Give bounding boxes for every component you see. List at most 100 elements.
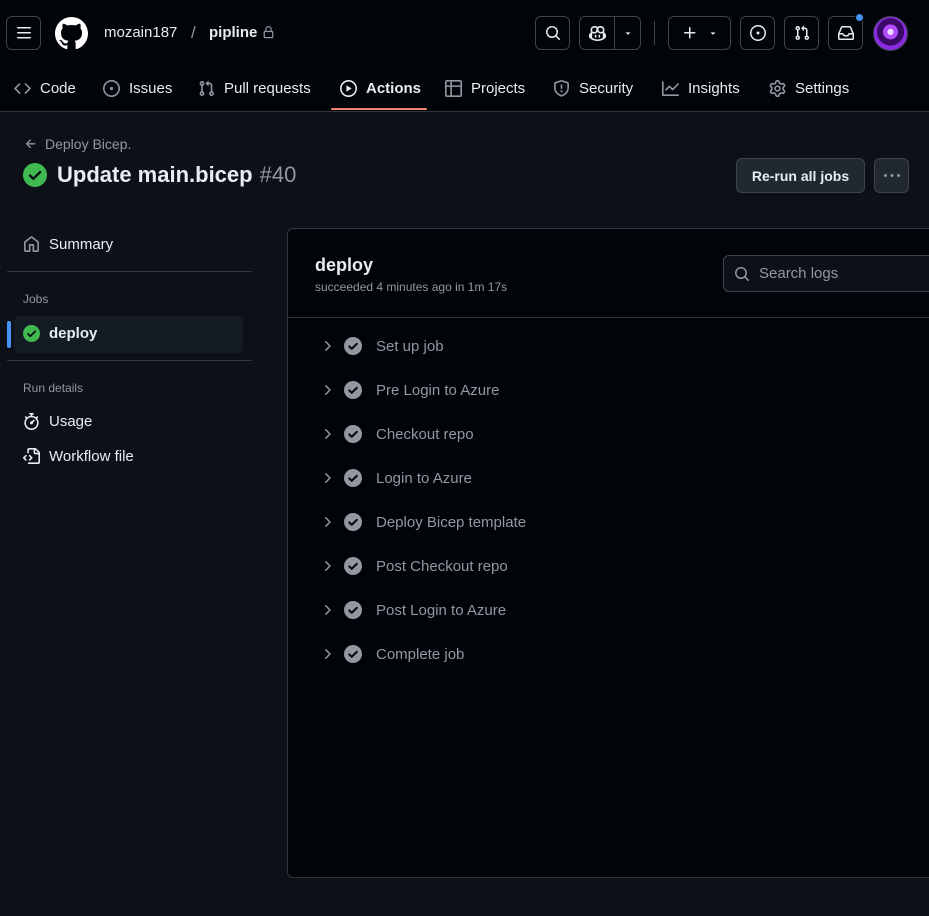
chevron-right-icon[interactable]: [319, 338, 335, 354]
check-circle-fill-icon: [344, 469, 362, 487]
job-step[interactable]: Pre Login to Azure: [288, 369, 929, 413]
tab-code[interactable]: Code: [14, 66, 76, 110]
tab-projects-label: Projects: [471, 79, 526, 97]
job-step[interactable]: Login to Azure: [288, 457, 929, 501]
sidebar-item-workflow-file-label: Workflow file: [49, 448, 134, 465]
sidebar-item-usage[interactable]: Usage: [23, 413, 92, 430]
git-pull-request-icon: [198, 80, 215, 97]
check-circle-fill-icon: [344, 337, 362, 355]
play-icon: [340, 79, 357, 97]
arrow-left-icon: [25, 139, 36, 149]
jobs-heading: Jobs: [23, 292, 49, 306]
lock-icon: [263, 26, 274, 39]
create-new-button[interactable]: [668, 16, 731, 50]
job-steps-list: Set up job Pre Login to Azure Checkout r…: [288, 325, 929, 677]
notification-dot: [855, 13, 864, 22]
job-step-label: Checkout repo: [376, 426, 474, 443]
issues-button[interactable]: [740, 16, 775, 50]
search-logs-input[interactable]: [759, 265, 929, 282]
repo-tabs: Code Issues Pull requests Actions Projec…: [0, 66, 929, 112]
check-circle-fill-icon: [344, 381, 362, 399]
tab-pull-requests[interactable]: Pull requests: [198, 66, 311, 110]
sidebar-item-workflow-file[interactable]: Workflow file: [23, 448, 134, 465]
copilot-dropdown-icon[interactable]: [615, 28, 640, 38]
more-options-button[interactable]: [874, 158, 909, 193]
tab-code-label: Code: [40, 79, 76, 97]
repo-name[interactable]: pipline: [209, 24, 257, 41]
check-circle-fill-icon: [344, 601, 362, 619]
search-icon: [735, 266, 750, 281]
back-link[interactable]: Deploy Bicep.: [24, 136, 131, 152]
panel-divider: [288, 317, 929, 318]
job-status-meta: succeeded 4 minutes ago in 1m 17s: [315, 280, 508, 294]
job-step[interactable]: Post Checkout repo: [288, 545, 929, 589]
job-step[interactable]: Deploy Bicep template: [288, 501, 929, 545]
github-logo-icon[interactable]: [55, 17, 88, 50]
sidebar-divider: [7, 360, 252, 361]
tab-actions[interactable]: Actions: [340, 66, 421, 110]
search-icon: [545, 26, 560, 41]
run-details-heading: Run details: [23, 381, 84, 395]
back-link-label[interactable]: Deploy Bicep.: [45, 136, 131, 152]
check-circle-fill-icon: [23, 325, 40, 342]
file-code-icon: [23, 448, 40, 465]
check-circle-fill-icon: [23, 163, 47, 187]
tab-issues-label: Issues: [129, 79, 173, 97]
tab-projects[interactable]: Projects: [445, 66, 525, 110]
chevron-right-icon[interactable]: [319, 426, 335, 442]
chevron-right-icon[interactable]: [319, 646, 335, 662]
breadcrumb-repo[interactable]: pipline: [209, 24, 275, 41]
sidebar-item-deploy[interactable]: deploy: [23, 325, 97, 342]
tab-insights[interactable]: Insights: [662, 66, 740, 110]
stopwatch-icon: [23, 413, 40, 430]
job-step-label: Set up job: [376, 338, 444, 355]
kebab-horizontal-icon: [883, 173, 900, 177]
sidebar-item-deploy-label: deploy: [49, 325, 98, 342]
chevron-right-icon[interactable]: [319, 470, 335, 486]
copilot-button[interactable]: [579, 16, 641, 50]
tab-issues[interactable]: Issues: [103, 66, 172, 110]
issue-opened-icon: [749, 25, 766, 41]
avatar[interactable]: [873, 16, 908, 51]
menu-button[interactable]: [6, 16, 41, 50]
table-icon: [445, 79, 462, 97]
check-circle-fill-icon: [344, 513, 362, 531]
tab-settings[interactable]: Settings: [769, 66, 849, 110]
breadcrumb-owner[interactable]: mozain187: [104, 24, 177, 41]
run-number: #40: [259, 162, 297, 187]
job-step-label: Deploy Bicep template: [376, 514, 527, 531]
pull-requests-button[interactable]: [784, 16, 819, 50]
check-circle-fill-icon: [344, 425, 362, 443]
shield-icon: [553, 79, 570, 97]
job-name: deploy: [315, 255, 374, 275]
sidebar-item-summary-label: Summary: [49, 236, 114, 253]
job-step[interactable]: Complete job: [288, 633, 929, 677]
check-circle-fill-icon: [344, 645, 362, 663]
chevron-right-icon[interactable]: [319, 514, 335, 530]
active-indicator: [7, 321, 11, 348]
git-pull-request-icon: [794, 25, 809, 41]
run-title: Update main.bicep: [57, 162, 253, 187]
gear-icon: [769, 79, 786, 97]
tab-insights-label: Insights: [688, 79, 740, 97]
check-circle-fill-icon: [344, 557, 362, 575]
rerun-all-jobs-button[interactable]: Re-run all jobs: [736, 158, 865, 193]
job-step[interactable]: Post Login to Azure: [288, 589, 929, 633]
job-step[interactable]: Checkout repo: [288, 413, 929, 457]
search-button[interactable]: [535, 16, 570, 50]
job-step-label: Login to Azure: [376, 470, 472, 487]
sidebar-item-summary[interactable]: Summary: [23, 236, 113, 253]
chevron-right-icon[interactable]: [319, 382, 335, 398]
chevron-right-icon[interactable]: [319, 602, 335, 618]
job-step-label: Complete job: [376, 646, 465, 663]
job-step-label: Post Login to Azure: [376, 602, 507, 619]
issue-opened-icon: [103, 79, 120, 97]
job-log-panel: deploy succeeded 4 minutes ago in 1m 17s…: [287, 228, 929, 878]
tab-security[interactable]: Security: [553, 66, 633, 110]
chevron-right-icon[interactable]: [319, 558, 335, 574]
job-step[interactable]: Set up job: [288, 325, 929, 369]
sidebar-divider: [7, 271, 252, 272]
search-logs-box[interactable]: [723, 255, 929, 292]
hamburger-icon: [16, 27, 31, 39]
global-header: mozain187 / pipline Code Issues Pull req…: [0, 0, 929, 112]
